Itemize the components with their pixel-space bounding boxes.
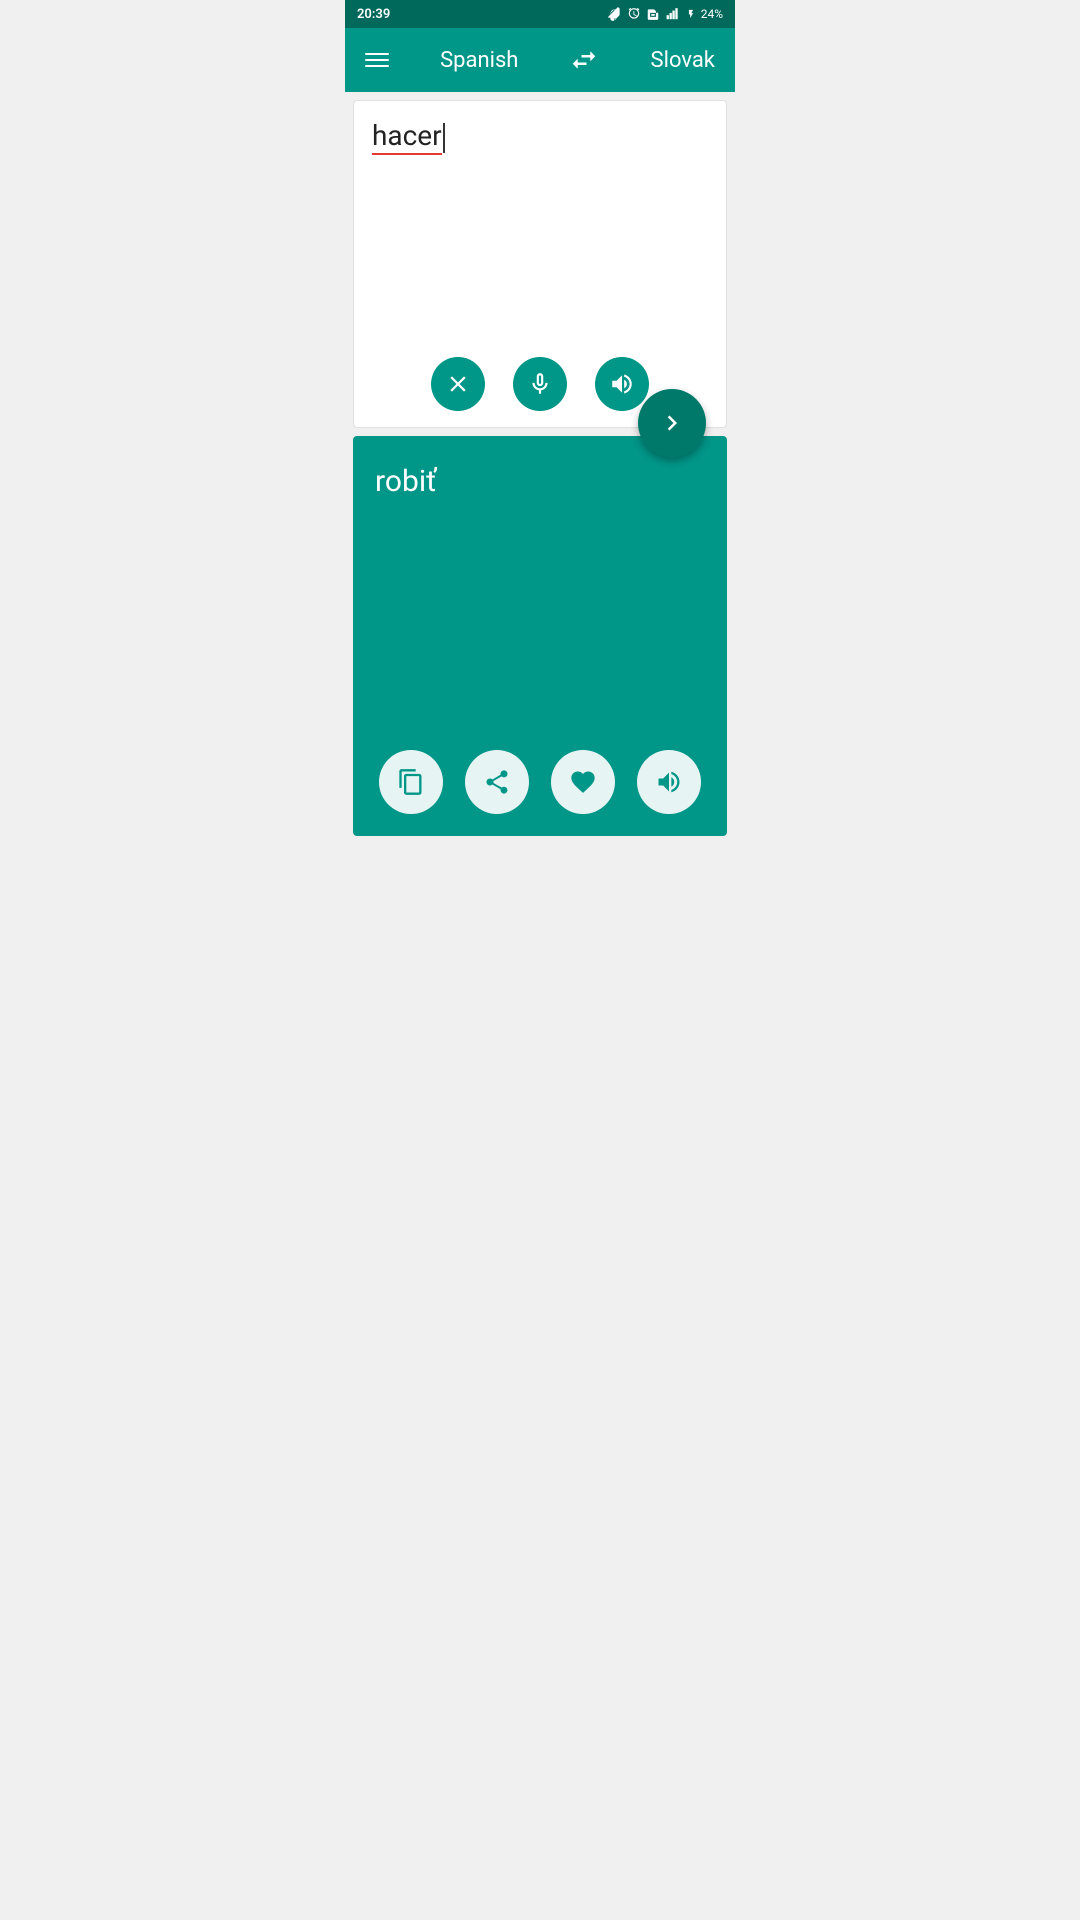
send-icon	[657, 408, 687, 438]
alarm-icon	[627, 7, 641, 21]
input-text-display[interactable]: hacer	[354, 101, 726, 357]
favorite-button[interactable]	[551, 750, 615, 814]
input-word: hacer	[372, 119, 442, 155]
output-text: robiť	[353, 436, 727, 750]
charging-icon	[686, 7, 696, 21]
status-bar: 20:39 24%	[345, 0, 735, 28]
share-button[interactable]	[465, 750, 529, 814]
speak-translation-button[interactable]	[637, 750, 701, 814]
mic-icon	[527, 371, 553, 397]
notification-muted-icon	[608, 7, 622, 21]
source-language[interactable]: Spanish	[440, 48, 518, 73]
main-content: hacer	[345, 92, 735, 844]
menu-line-3	[365, 65, 389, 67]
input-area: hacer	[353, 100, 727, 428]
target-language[interactable]: Slovak	[651, 48, 715, 73]
output-actions	[353, 750, 727, 836]
copy-button[interactable]	[379, 750, 443, 814]
status-icons: 24%	[608, 7, 723, 21]
heart-icon	[569, 768, 597, 796]
swap-languages-button[interactable]	[569, 45, 599, 75]
speak-source-button[interactable]	[595, 357, 649, 411]
output-area: robiť	[353, 436, 727, 836]
battery-percent: 24%	[701, 7, 723, 21]
translate-button[interactable]	[638, 389, 706, 457]
signal-icon	[665, 7, 681, 21]
copy-icon	[397, 768, 425, 796]
menu-line-2	[365, 59, 389, 61]
share-icon	[483, 768, 511, 796]
menu-line-1	[365, 53, 389, 55]
volume-icon	[609, 371, 635, 397]
volume-up-icon	[655, 768, 683, 796]
microphone-button[interactable]	[513, 357, 567, 411]
swap-icon	[569, 45, 599, 75]
clear-button[interactable]	[431, 357, 485, 411]
text-cursor	[443, 123, 445, 153]
menu-button[interactable]	[365, 53, 389, 67]
sim-icon	[646, 7, 660, 21]
close-icon	[445, 371, 471, 397]
status-time: 20:39	[357, 7, 390, 22]
toolbar: Spanish Slovak	[345, 28, 735, 92]
